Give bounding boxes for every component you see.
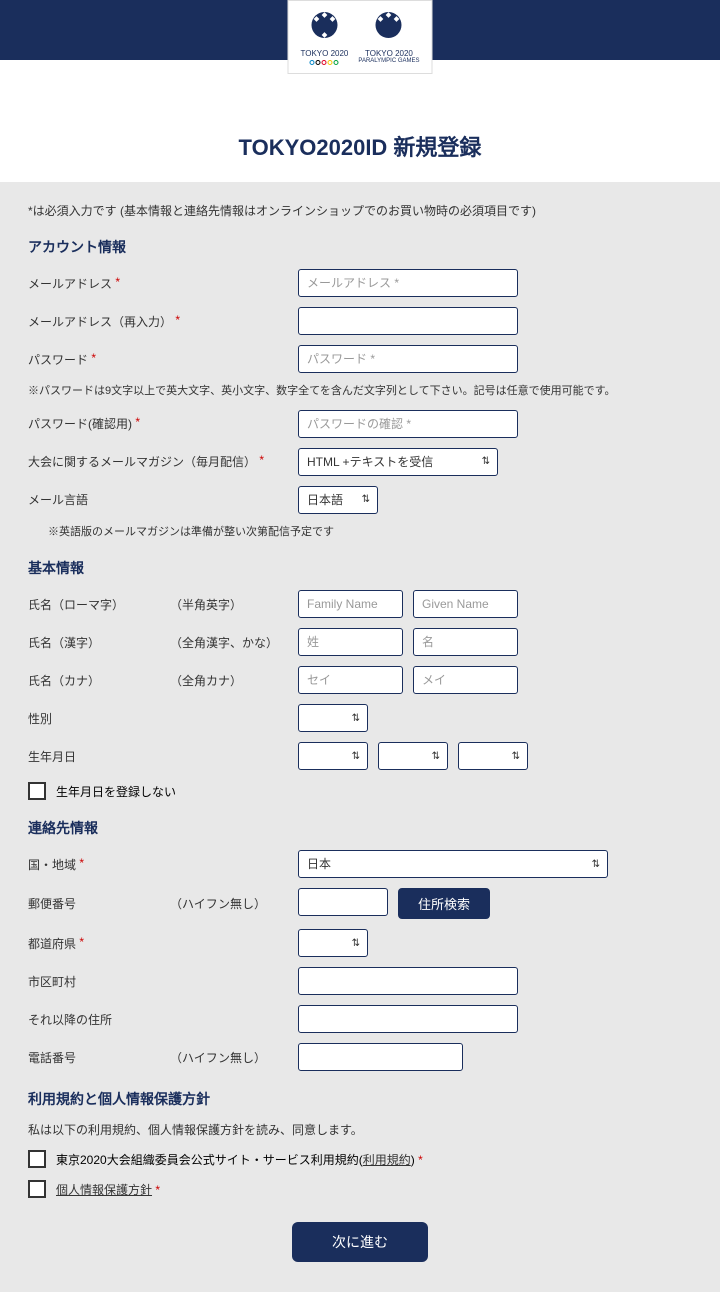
gender-select[interactable] (298, 704, 368, 732)
email-input[interactable] (298, 269, 518, 297)
privacy-checkbox[interactable] (28, 1180, 46, 1198)
birth-day-select[interactable] (458, 742, 528, 770)
mail-lang-helper: ※英語版のメールマガジンは準備が整い次第配信予定です (48, 524, 692, 541)
password-confirm-input[interactable] (298, 410, 518, 438)
mei-kana-input[interactable] (413, 666, 518, 694)
label-gender: 性別 (28, 710, 52, 727)
label-mailmag: 大会に関するメールマガジン（毎月配信） (28, 453, 256, 470)
paralympic-logo-sub: PARALYMPIC GAMES (358, 58, 419, 64)
label-address-rest: それ以降の住所 (28, 1011, 112, 1028)
section-basic: 基本情報 (28, 558, 692, 578)
olympic-logo: TOKYO 2020 (300, 9, 348, 65)
olympic-logo-text: TOKYO 2020 (300, 49, 348, 58)
label-birthdate-skip: 生年月日を登録しない (56, 783, 176, 800)
section-terms: 利用規約と個人情報保護方針 (28, 1089, 692, 1109)
tos-label: 東京2020大会組織委員会公式サイト・サービス利用規約(利用規約) * (56, 1151, 423, 1168)
submit-button[interactable]: 次に進む (292, 1222, 428, 1262)
birthdate-skip-checkbox[interactable] (28, 782, 46, 800)
address-search-button[interactable]: 住所検索 (398, 888, 490, 919)
birth-month-select[interactable] (378, 742, 448, 770)
section-contact: 連絡先情報 (28, 818, 692, 838)
page-title: TOKYO2020ID 新規登録 (0, 130, 720, 162)
family-name-input[interactable] (298, 590, 403, 618)
privacy-label: 個人情報保護方針 * (56, 1181, 160, 1198)
city-input[interactable] (298, 967, 518, 995)
label-birthdate: 生年月日 (28, 748, 76, 765)
section-account: アカウント情報 (28, 237, 692, 257)
logo-container: TOKYO 2020 TOKYO 2020 PARALYMPIC GAMES (287, 0, 432, 74)
password-input[interactable] (298, 345, 518, 373)
birth-year-select[interactable] (298, 742, 368, 770)
paralympic-emblem-icon (369, 9, 409, 49)
paralympic-logo: TOKYO 2020 PARALYMPIC GAMES (358, 9, 419, 65)
given-name-input[interactable] (413, 590, 518, 618)
label-postal: 郵便番号 (28, 895, 170, 912)
tos-link[interactable]: 利用規約 (363, 1153, 411, 1167)
mei-kanji-input[interactable] (413, 628, 518, 656)
prefecture-select[interactable] (298, 929, 368, 957)
label-name-kanji: 氏名（漢字） (28, 634, 170, 651)
olympic-emblem-icon (304, 9, 344, 49)
paralympic-logo-text: TOKYO 2020 (365, 49, 413, 58)
label-name-roman: 氏名（ローマ字） (28, 596, 170, 613)
label-country: 国・地域 (28, 856, 76, 873)
label-email-confirm: メールアドレス（再入力） (28, 313, 172, 330)
email-confirm-input[interactable] (298, 307, 518, 335)
phone-input[interactable] (298, 1043, 463, 1071)
mailmag-select[interactable]: HTML +テキストを受信 (298, 448, 498, 476)
privacy-link[interactable]: 個人情報保護方針 (56, 1183, 152, 1197)
olympic-rings-icon (310, 60, 339, 65)
label-mail-lang: メール言語 (28, 491, 88, 508)
label-prefecture: 都道府県 (28, 935, 76, 952)
label-password: パスワード (28, 351, 88, 368)
tos-checkbox[interactable] (28, 1150, 46, 1168)
postal-input[interactable] (298, 888, 388, 916)
sei-kana-input[interactable] (298, 666, 403, 694)
header-band: TOKYO 2020 TOKYO 2020 PARALYMPIC GAMES (0, 0, 720, 60)
required-note: *は必須入力です (基本情報と連絡先情報はオンラインショップでのお買い物時の必須… (28, 202, 692, 219)
mail-lang-select[interactable]: 日本語 (298, 486, 378, 514)
form-wrapper: *は必須入力です (基本情報と連絡先情報はオンラインショップでのお買い物時の必須… (0, 182, 720, 1292)
label-password-confirm: パスワード(確認用) (28, 415, 132, 432)
country-select[interactable]: 日本 (298, 850, 608, 878)
label-city: 市区町村 (28, 973, 76, 990)
label-name-kana: 氏名（カナ） (28, 672, 170, 689)
sei-kanji-input[interactable] (298, 628, 403, 656)
address-rest-input[interactable] (298, 1005, 518, 1033)
label-phone: 電話番号 (28, 1049, 170, 1066)
terms-desc: 私は以下の利用規約、個人情報保護方針を読み、同意します。 (28, 1121, 692, 1138)
password-helper: ※パスワードは9文字以上で英大文字、英小文字、数字全てを含んだ文字列として下さい… (28, 383, 692, 400)
label-email: メールアドレス (28, 275, 112, 292)
